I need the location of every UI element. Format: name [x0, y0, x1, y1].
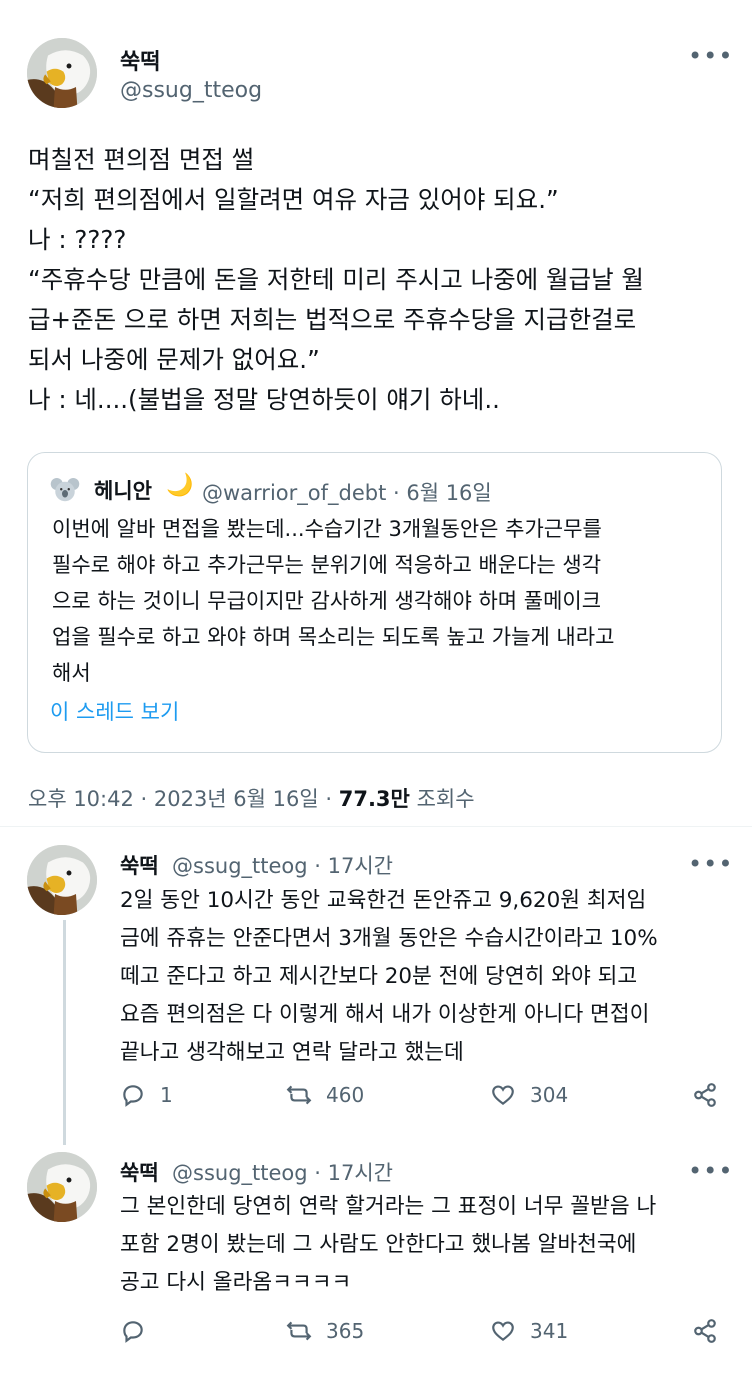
heart-icon — [492, 1085, 514, 1106]
reply-text-line: 요즘 편의점은 다 이렇게 해서 내가 이상한게 아니다 면접이 — [120, 1002, 650, 1027]
reply-author-name[interactable]: 쑥떡 — [120, 1157, 159, 1187]
quote-text-line: 해서 — [52, 661, 91, 685]
like-button[interactable]: 304 — [490, 1082, 568, 1108]
author-avatar[interactable] — [27, 38, 97, 108]
tweet-text-line: 나 : 네....(불법을 정말 당연하듯이 얘기 하네.. — [28, 385, 500, 414]
reply-button[interactable]: 1 — [120, 1082, 173, 1108]
more-horizontal-icon[interactable]: ••• — [688, 852, 733, 876]
quote-avatar — [50, 475, 80, 505]
more-horizontal-icon[interactable]: ••• — [688, 1159, 733, 1183]
quote-text-line: 으로 하는 것이니 무급이지만 감사하게 생각해야 하며 풀메이크 — [52, 589, 602, 613]
quoted-tweet-card[interactable]: 헤니안 🌙 @warrior_of_debt · 6월 16일 이번에 알바 면… — [27, 452, 722, 753]
author-name[interactable]: 쑥떡 — [120, 44, 160, 76]
reply-icon — [123, 1085, 143, 1107]
reply-avatar[interactable] — [27, 1152, 97, 1222]
retweet-count: 460 — [326, 1083, 365, 1107]
tweet-text: 며칠전 편의점 면접 썰 “저희 편의점에서 일할려면 여유 자금 있어야 되요… — [28, 140, 728, 420]
quote-text-line: 필수로 해야 하고 추가근무는 분위기에 적응하고 배운다는 생각 — [52, 553, 602, 577]
show-thread-link[interactable]: 이 스레드 보기 — [50, 696, 179, 726]
reply-text-line: 그 본인한데 당연히 연락 할거라는 그 표정이 너무 꼴받음 나 — [120, 1194, 657, 1219]
tweet-text-line: 나 : ???? — [28, 225, 127, 254]
author-handle[interactable]: @ssug_tteog — [120, 78, 262, 103]
tweet-text-line: 며칠전 편의점 면접 썰 — [28, 145, 255, 174]
like-button[interactable]: 341 — [490, 1318, 568, 1344]
reply-icon — [123, 1321, 143, 1343]
reply-count: 1 — [160, 1083, 173, 1107]
tweet-text-line: 되서 나중에 문제가 없어요.” — [28, 345, 320, 374]
quote-text: 이번에 알바 면접을 봤는데...수습기간 3개월동안은 추가근무를 필수로 해… — [52, 511, 712, 691]
retweet-button[interactable]: 365 — [286, 1318, 364, 1344]
share-button[interactable] — [692, 1318, 718, 1344]
divider — [0, 826, 752, 827]
thread-connector-line — [63, 920, 66, 1145]
views-count: 77.3만 — [338, 787, 410, 811]
share-icon — [694, 1319, 716, 1343]
quote-text-line: 업을 필수로 하고 와야 하며 목소리는 되도록 높고 가늘게 내라고 — [52, 625, 615, 649]
like-count: 341 — [530, 1319, 569, 1343]
quote-author-name: 헤니안 — [94, 479, 152, 503]
like-count: 304 — [530, 1083, 569, 1107]
tweet-text-line: “주휴수당 만큼에 돈을 저한테 미리 주시고 나중에 월급날 월 — [28, 265, 644, 294]
retweet-icon — [286, 1321, 312, 1341]
reply-avatar[interactable] — [27, 845, 97, 915]
crescent-moon-icon: 🌙 — [166, 473, 194, 498]
quote-author-handle: @warrior_of_debt · 6월 16일 — [202, 481, 492, 505]
reply-author-handle[interactable]: @ssug_tteog · 17시간 — [172, 850, 393, 880]
heart-icon — [492, 1321, 514, 1342]
retweet-icon — [286, 1085, 312, 1105]
tweet-meta: 오후 10:42 · 2023년 6월 16일 · 77.3만 조회수 — [28, 783, 475, 813]
quote-text-line: 이번에 알바 면접을 봤는데...수습기간 3개월동안은 추가근무를 — [52, 517, 602, 541]
tweet-text-line: “저희 편의점에서 일할려면 여유 자금 있어야 되요.” — [28, 185, 559, 214]
reply-text-line: 금에 쥬휴는 안준다면서 3개월 동안은 수습시간이라고 10% — [120, 926, 658, 951]
more-horizontal-icon[interactable]: ••• — [688, 44, 733, 68]
retweet-button[interactable]: 460 — [286, 1082, 364, 1108]
views-label: 조회수 — [416, 787, 475, 811]
reply-text-line: 공고 다시 올라옴ㅋㅋㅋㅋ — [120, 1270, 352, 1295]
reply-button[interactable] — [120, 1318, 160, 1344]
tweet-text-line: 급+준돈 으로 하면 저희는 법적으로 주휴수당을 지급한걸로 — [28, 305, 637, 334]
retweet-count: 365 — [326, 1319, 365, 1343]
reply-author-handle[interactable]: @ssug_tteog · 17시간 — [172, 1157, 393, 1187]
reply-author-name[interactable]: 쑥떡 — [120, 850, 159, 880]
reply-text: 2일 동안 10시간 동안 교육한건 돈안쥬고 9,620원 최저임 금에 쥬휴… — [120, 882, 730, 1072]
share-button[interactable] — [692, 1082, 718, 1108]
share-icon — [694, 1083, 716, 1107]
reply-text: 그 본인한데 당연히 연락 할거라는 그 표정이 너무 꼴받음 나 포함 2명이… — [120, 1188, 730, 1302]
tweet-timestamp[interactable]: 오후 10:42 · 2023년 6월 16일 · — [28, 787, 332, 811]
reply-text-line: 끝나고 생각해보고 연락 달라고 했는데 — [120, 1040, 464, 1065]
reply-text-line: 2일 동안 10시간 동안 교육한건 돈안쥬고 9,620원 최저임 — [120, 888, 647, 913]
reply-text-line: 포함 2명이 봤는데 그 사람도 안한다고 했나봄 알바천국에 — [120, 1232, 637, 1257]
reply-text-line: 떼고 준다고 하고 제시간보다 20분 전에 당연히 와야 되고 — [120, 964, 638, 989]
